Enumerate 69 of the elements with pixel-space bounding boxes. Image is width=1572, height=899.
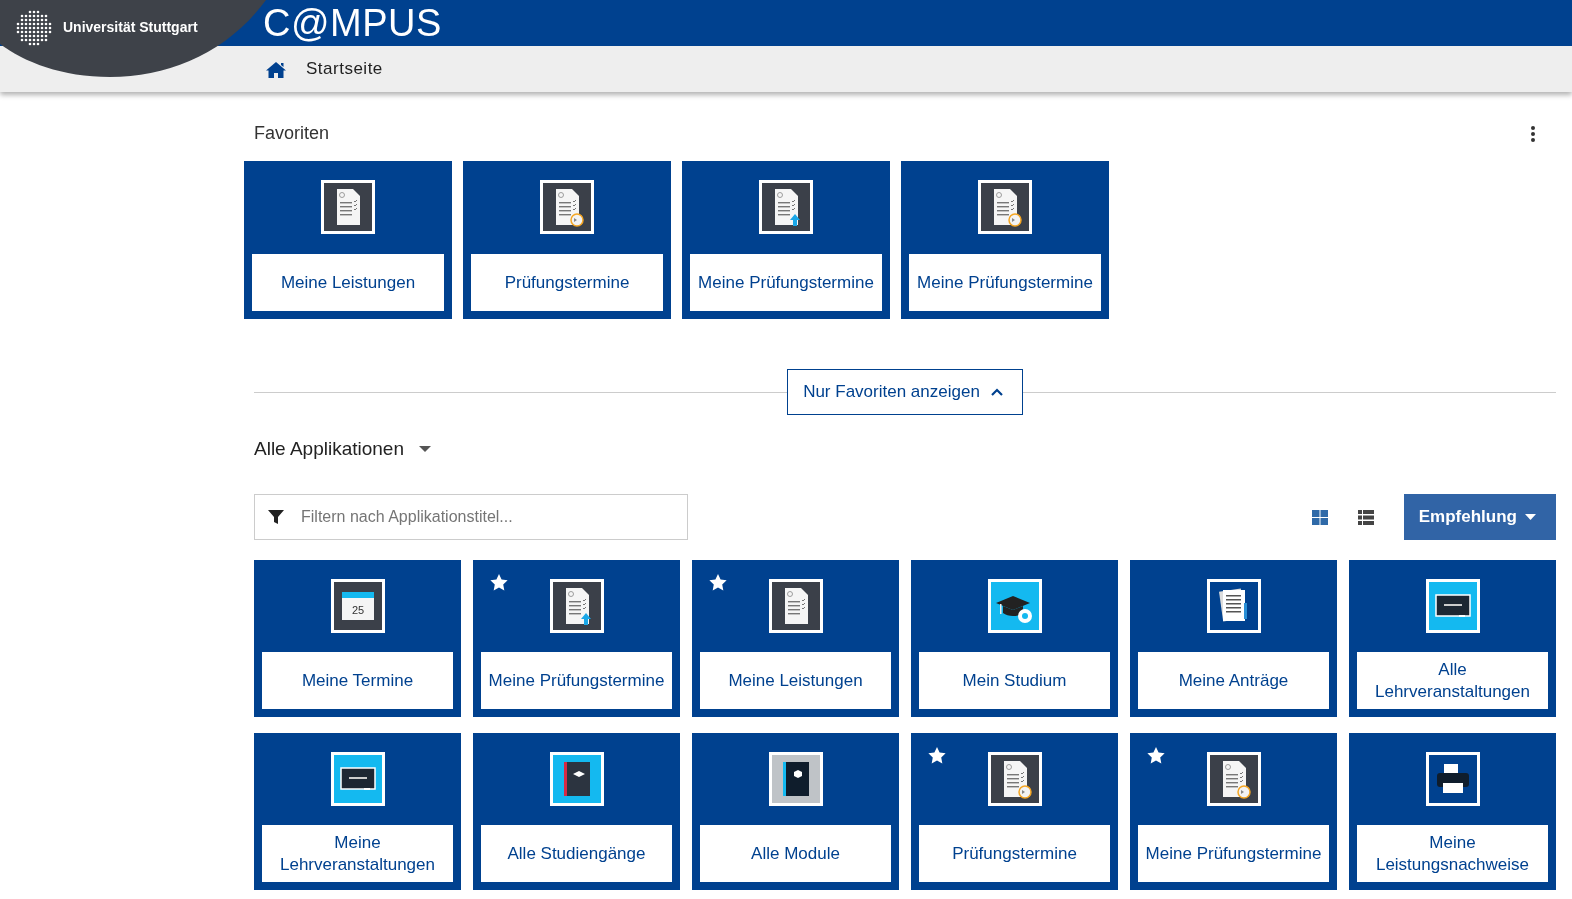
calendar-page bbox=[341, 592, 374, 620]
grid-view-icon[interactable] bbox=[1311, 509, 1328, 525]
sort-dropdown-button[interactable]: Empfehlung bbox=[1403, 494, 1556, 540]
app-tile[interactable]: Meine Leistungen bbox=[244, 161, 452, 319]
chevron-up-icon bbox=[989, 387, 1004, 397]
app-tile[interactable]: Meine Lehrveranstaltungen bbox=[254, 733, 461, 890]
tile-label: Meine Leistungen bbox=[252, 254, 444, 311]
app-tile[interactable]: Prüfungstermine bbox=[911, 733, 1118, 890]
book-icon bbox=[768, 752, 823, 806]
list-view-icon[interactable] bbox=[1357, 509, 1374, 525]
document-clock-icon bbox=[978, 180, 1032, 234]
app-tile[interactable]: Meine Prüfungstermine bbox=[473, 560, 680, 717]
star-icon[interactable] bbox=[709, 574, 727, 591]
document-clock-icon bbox=[987, 752, 1042, 806]
app-tile[interactable]: Alle Lehrveranstaltungen bbox=[1349, 560, 1556, 717]
section-title[interactable]: Alle Applikationen bbox=[254, 438, 404, 460]
star-icon[interactable] bbox=[928, 747, 946, 764]
app-tile[interactable]: 25 Meine Termine bbox=[254, 560, 461, 717]
dotted-globe-icon bbox=[14, 8, 54, 48]
document-clock-icon bbox=[540, 180, 594, 234]
app-tile[interactable]: Meine Leistungen bbox=[692, 560, 899, 717]
app-tile[interactable]: Prüfungstermine bbox=[463, 161, 671, 319]
home-icon[interactable] bbox=[266, 60, 286, 78]
tile-label: Meine Prüfungstermine bbox=[481, 652, 672, 709]
app-tile[interactable]: Meine Anträge bbox=[1130, 560, 1337, 717]
app-tile[interactable]: Alle Studiengänge bbox=[473, 733, 680, 890]
document-icon bbox=[768, 579, 823, 633]
tile-label: Alle Module bbox=[700, 825, 891, 882]
blackboard-icon bbox=[1425, 579, 1480, 633]
document-upload-icon bbox=[759, 180, 813, 234]
document-clock-icon bbox=[1206, 752, 1261, 806]
app-tile[interactable]: Meine Leistungsnachweise bbox=[1349, 733, 1556, 890]
section-title: Favoriten bbox=[254, 123, 330, 144]
document-upload-icon bbox=[549, 579, 604, 633]
tile-label: Mein Studium bbox=[919, 652, 1110, 709]
tile-label: Meine Termine bbox=[262, 652, 453, 709]
calendar-day: 25 bbox=[351, 604, 364, 616]
tile-label: Meine Prüfungstermine bbox=[690, 254, 882, 311]
more-options-icon[interactable] bbox=[1530, 124, 1536, 143]
book-icon bbox=[549, 752, 604, 806]
star-icon[interactable] bbox=[490, 574, 508, 591]
blackboard-icon bbox=[330, 752, 385, 806]
university-name: Universität Stuttgart bbox=[63, 19, 198, 35]
star-icon[interactable] bbox=[1147, 747, 1165, 764]
filter-field[interactable]: Filtern nach Applikationstitel... bbox=[254, 494, 688, 540]
tile-label: Meine Leistungen bbox=[700, 652, 891, 709]
breadcrumb-link[interactable]: Startseite bbox=[306, 59, 383, 79]
papers-icon bbox=[1206, 579, 1261, 633]
tile-label: Alle Studiengänge bbox=[481, 825, 672, 882]
show-favorites-button[interactable]: Nur Favoriten anzeigen bbox=[787, 369, 1023, 415]
tile-label: Meine Leistungsnachweise bbox=[1357, 825, 1548, 882]
app-tile[interactable]: Alle Module bbox=[692, 733, 899, 890]
tile-label: Meine Anträge bbox=[1138, 652, 1329, 709]
app-tile[interactable]: Meine Prüfungstermine bbox=[1130, 733, 1337, 890]
tile-label: Meine Lehrveranstaltungen bbox=[262, 825, 453, 882]
tile-label: Prüfungstermine bbox=[471, 254, 663, 311]
tile-label: Prüfungstermine bbox=[919, 825, 1110, 882]
tile-label: Meine Prüfungstermine bbox=[1138, 825, 1329, 882]
printer-icon bbox=[1425, 752, 1480, 806]
graduation-cap-gear-icon bbox=[987, 579, 1042, 633]
tile-label: Alle Lehrveranstaltungen bbox=[1357, 652, 1548, 709]
tile-label: Meine Prüfungstermine bbox=[909, 254, 1101, 311]
app-title: C@MPUS bbox=[263, 1, 442, 45]
app-tile[interactable]: Meine Prüfungstermine bbox=[682, 161, 890, 319]
caret-icon[interactable] bbox=[418, 445, 432, 453]
app-tile[interactable]: Meine Prüfungstermine bbox=[901, 161, 1109, 319]
caret-icon bbox=[1525, 514, 1536, 520]
app-tile[interactable]: Mein Studium bbox=[911, 560, 1118, 717]
document-icon bbox=[321, 180, 375, 234]
